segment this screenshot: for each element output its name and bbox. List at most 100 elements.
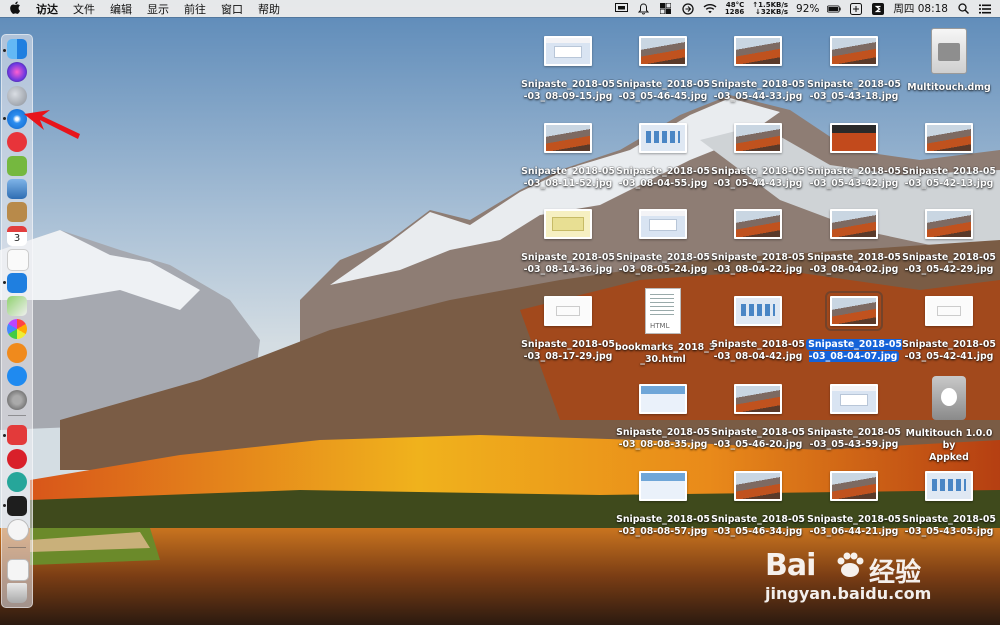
baidu-netdisk-icon[interactable] [7, 519, 29, 541]
image-thumbnail [925, 123, 973, 153]
desktop-image-file[interactable]: Snipaste_2018-05 -03_08-11-52.jpg [520, 123, 616, 190]
dock-separator [8, 547, 26, 548]
menu-go[interactable]: 前往 [184, 1, 206, 17]
file-name-text: Snipaste_2018-05 -03_05-42-41.jpg [902, 339, 996, 362]
file-name-text: Snipaste_2018-05 -03_05-43-42.jpg [807, 166, 901, 189]
sync-icon[interactable] [681, 2, 695, 16]
file-name-text: Snipaste_2018-05 -03_05-46-20.jpg [711, 427, 805, 450]
desktop-file-app[interactable]: Multitouch 1.0.0 by Appked [901, 376, 997, 464]
menu-view[interactable]: 显示 [147, 1, 169, 17]
desktop-image-file[interactable]: Snipaste_2018-05 -03_05-43-05.jpg [901, 471, 997, 538]
desktop-image-file[interactable]: Snipaste_2018-05 -03_08-08-35.jpg [615, 384, 711, 451]
calendar-day: 3 [13, 233, 21, 244]
file-type-tag: HTML [650, 322, 670, 330]
desktop-image-file[interactable]: Snipaste_2018-05 -03_06-44-21.jpg [806, 471, 902, 538]
finder-icon[interactable] [7, 39, 27, 59]
calendar-icon[interactable]: 3 [7, 226, 27, 246]
downloads-stack-icon[interactable] [7, 559, 29, 581]
notification-center-icon[interactable] [978, 2, 992, 16]
apple-menu-icon[interactable] [10, 1, 21, 17]
file-name-text: Multitouch 1.0.0 by Appked [905, 428, 993, 463]
wifi-icon[interactable] [703, 2, 717, 16]
vivaldi-icon[interactable] [7, 425, 27, 445]
desktop-image-file[interactable]: Snipaste_2018-05 -03_05-46-34.jpg [710, 471, 806, 538]
battery-icon[interactable] [827, 2, 842, 16]
siri-icon[interactable] [7, 62, 27, 82]
screen-mirror-icon[interactable] [615, 2, 629, 16]
battery-percent[interactable]: 92% [796, 3, 819, 15]
desktop-image-file[interactable]: Snipaste_2018-05 -03_05-43-59.jpg [806, 384, 902, 451]
file-name-label: Snipaste_2018-05 -03_05-43-42.jpg [806, 166, 902, 190]
notes-icon[interactable] [7, 202, 27, 222]
desktop-image-file[interactable]: Snipaste_2018-05 -03_08-05-24.jpg [615, 209, 711, 276]
desktop-image-file[interactable]: Snipaste_2018-05 -03_08-04-02.jpg [806, 209, 902, 276]
desktop-image-file[interactable]: Snipaste_2018-05 -03_05-42-41.jpg [901, 296, 997, 363]
reminders-icon[interactable] [7, 249, 29, 271]
file-name-text: Snipaste_2018-05 -03_08-14-36.jpg [521, 252, 615, 275]
dock-separator [8, 415, 26, 416]
menu-help[interactable]: 帮助 [258, 1, 280, 17]
android-studio-icon[interactable] [7, 156, 27, 176]
file-name-text: Snipaste_2018-05 -03_08-17-29.jpg [521, 339, 615, 362]
cpu-status-readout[interactable]: 48°C 1286 [725, 1, 744, 16]
desktop-image-file[interactable]: Snipaste_2018-05 -03_08-09-15.jpg [520, 36, 616, 103]
netease-music-icon[interactable] [7, 449, 27, 469]
desktop-image-file[interactable]: Snipaste_2018-05 -03_05-43-42.jpg [806, 123, 902, 190]
desktop-image-file[interactable]: Snipaste_2018-05 -03_08-04-42.jpg [710, 296, 806, 363]
launchpad-icon[interactable] [7, 86, 27, 106]
magnet-app-icon[interactable] [659, 2, 673, 16]
desktop-image-file[interactable]: Snipaste_2018-05 -03_08-04-55.jpg [615, 123, 711, 190]
sogou-input-icon[interactable] [871, 2, 885, 16]
desktop-image-file[interactable]: Snipaste_2018-05 -03_05-46-45.jpg [615, 36, 711, 103]
file-name-text: Snipaste_2018-05 -03_06-44-21.jpg [807, 514, 901, 537]
image-thumbnail [925, 296, 973, 326]
trash-icon[interactable] [7, 583, 27, 603]
file-name-label: Snipaste_2018-05 -03_08-17-29.jpg [520, 339, 616, 363]
running-indicator [3, 117, 6, 120]
preview-icon[interactable] [7, 179, 27, 199]
network-speed-readout[interactable]: ↑1.5KB/s ↓32KB/s [752, 1, 788, 16]
desktop-image-file[interactable]: Snipaste_2018-05 -03_05-43-18.jpg [806, 36, 902, 103]
spotlight-search-icon[interactable] [956, 2, 970, 16]
file-name-text: Snipaste_2018-05 -03_05-42-29.jpg [902, 252, 996, 275]
contacts-icon[interactable] [7, 273, 27, 293]
app-store-icon[interactable] [7, 366, 27, 386]
desktop-file-html[interactable]: HTML bookmarks_2018_3 _30.html [615, 288, 715, 366]
desktop-file-dmg[interactable]: Multitouch.dmg [901, 28, 997, 94]
desktop-image-file[interactable]: Snipaste_2018-05 -03_08-04-07.jpg [806, 291, 902, 363]
image-thumbnail [734, 209, 782, 239]
desktop-image-file[interactable]: Snipaste_2018-05 -03_05-44-43.jpg [710, 123, 806, 190]
maps-icon[interactable] [7, 296, 27, 316]
photos-icon[interactable] [7, 319, 27, 339]
desktop-image-file[interactable]: Snipaste_2018-05 -03_08-04-22.jpg [710, 209, 806, 276]
menu-file[interactable]: 文件 [73, 1, 95, 17]
ibooks-icon[interactable] [7, 343, 27, 363]
app-icon[interactable] [7, 472, 27, 492]
image-thumbnail [639, 36, 687, 66]
terminal-icon[interactable] [7, 496, 27, 516]
desktop-image-file[interactable]: Snipaste_2018-05 -03_08-14-36.jpg [520, 209, 616, 276]
menu-edit[interactable]: 编辑 [110, 1, 132, 17]
file-name-label: Snipaste_2018-05 -03_08-04-55.jpg [615, 166, 711, 190]
menu-window[interactable]: 窗口 [221, 1, 243, 17]
notification-bell-icon[interactable] [637, 2, 651, 16]
image-thumbnail [544, 296, 592, 326]
desktop-image-file[interactable]: Snipaste_2018-05 -03_05-42-29.jpg [901, 209, 997, 276]
file-name-label: Snipaste_2018-05 -03_08-04-02.jpg [806, 252, 902, 276]
desktop-image-file[interactable]: Snipaste_2018-05 -03_05-42-13.jpg [901, 123, 997, 190]
input-method-icon[interactable] [849, 2, 863, 16]
image-thumbnail [639, 384, 687, 414]
file-name-text: Snipaste_2018-05 -03_05-43-59.jpg [807, 427, 901, 450]
desktop-image-file[interactable]: Snipaste_2018-05 -03_05-46-20.jpg [710, 384, 806, 451]
file-name-text: Snipaste_2018-05 -03_08-04-42.jpg [711, 339, 805, 362]
file-name-label: Snipaste_2018-05 -03_08-04-07.jpg [806, 339, 902, 363]
clock-datetime[interactable]: 周四 08:18 [893, 1, 948, 16]
desktop-image-file[interactable]: Snipaste_2018-05 -03_08-17-29.jpg [520, 296, 616, 363]
file-name-text: Snipaste_2018-05 -03_05-44-33.jpg [711, 79, 805, 102]
desktop-image-file[interactable]: Snipaste_2018-05 -03_05-44-33.jpg [710, 36, 806, 103]
menu-finder[interactable]: 访达 [36, 1, 58, 17]
desktop-image-file[interactable]: Snipaste_2018-05 -03_08-08-57.jpg [615, 471, 711, 538]
image-thumbnail [734, 471, 782, 501]
image-thumbnail [544, 123, 592, 153]
system-preferences-icon[interactable] [7, 390, 27, 410]
